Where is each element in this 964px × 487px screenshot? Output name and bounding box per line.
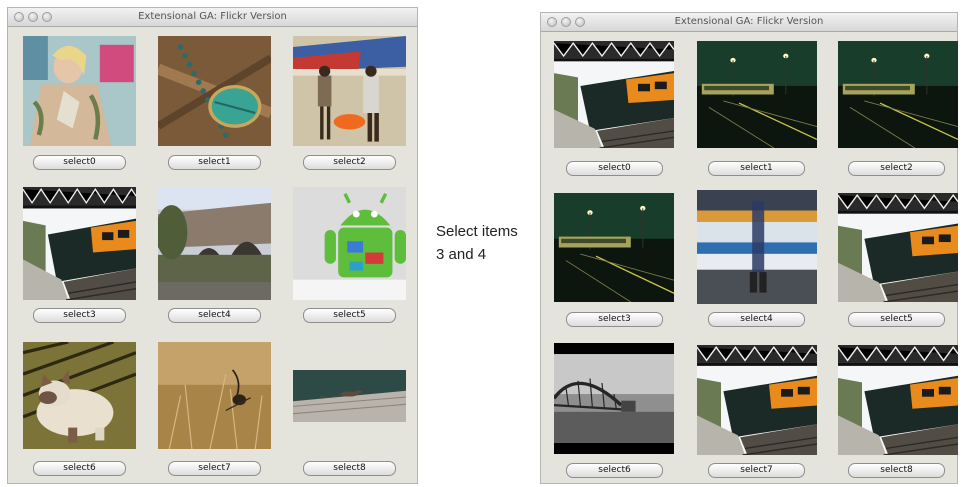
window-title: Extensional GA: Flickr Version <box>138 11 287 22</box>
title-bar: Extensional GA: Flickr Version <box>541 13 957 32</box>
select-button-8[interactable]: select8 <box>303 461 396 476</box>
train-at-platform-photo <box>697 345 817 455</box>
select-button-3[interactable]: select3 <box>33 308 126 323</box>
select-button-1[interactable]: select1 <box>708 161 805 176</box>
select-button-2[interactable]: select2 <box>303 155 396 170</box>
select-button-5[interactable]: select5 <box>303 308 396 323</box>
instruction-annotation: Select items 3 and 4 <box>436 220 518 266</box>
select-button-7[interactable]: select7 <box>168 461 261 476</box>
right-app-window: Extensional GA: Flickr Version select0 s… <box>540 12 958 484</box>
annotation-line-1: Select items <box>436 223 518 240</box>
dry-grass-plant-photo <box>158 342 271 449</box>
bw-pier-bridge-photo <box>554 343 674 454</box>
motion-blur-subway-photo <box>697 190 817 304</box>
select-button-8[interactable]: select8 <box>848 463 945 478</box>
annotation-line-2: 3 and 4 <box>436 246 487 263</box>
select-button-0[interactable]: select0 <box>566 161 663 176</box>
select-button-3[interactable]: select3 <box>566 312 663 327</box>
train-at-platform-photo <box>838 345 958 455</box>
night-rail-yard-photo <box>554 193 674 302</box>
train-at-platform-photo <box>554 41 674 148</box>
cat-photo <box>23 342 136 449</box>
train-at-platform-photo <box>838 193 958 302</box>
select-button-6[interactable]: select6 <box>33 461 126 476</box>
select-button-1[interactable]: select1 <box>168 155 261 170</box>
android-figure-photo <box>293 187 406 300</box>
select-button-0[interactable]: select0 <box>33 155 126 170</box>
night-rail-yard-photo <box>838 41 958 148</box>
stone-bridge-photo <box>158 187 271 300</box>
select-button-4[interactable]: select4 <box>168 308 261 323</box>
select-button-4[interactable]: select4 <box>708 312 805 327</box>
left-app-window: Extensional GA: Flickr Version select0 s… <box>7 7 418 484</box>
window-title: Extensional GA: Flickr Version <box>674 16 824 27</box>
night-rail-yard-photo <box>697 41 817 148</box>
select-button-7[interactable]: select7 <box>708 463 805 478</box>
select-button-2[interactable]: select2 <box>848 161 945 176</box>
beaded-necklace-photo <box>158 36 271 146</box>
woman-with-tattoos-photo <box>23 36 136 146</box>
train-at-platform-photo <box>23 187 136 300</box>
title-bar: Extensional GA: Flickr Version <box>8 8 417 27</box>
beach-boats-photo <box>293 36 406 146</box>
mouse-on-log-photo <box>293 370 406 422</box>
select-button-5[interactable]: select5 <box>848 312 945 327</box>
select-button-6[interactable]: select6 <box>566 463 663 478</box>
